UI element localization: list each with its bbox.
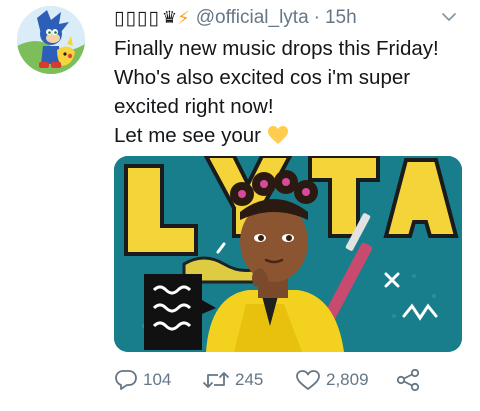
yellow-heart-icon [267,124,289,147]
reply-button[interactable]: 104 [114,369,202,391]
tweet-timestamp[interactable]: 15h [325,7,357,29]
share-icon [396,368,420,392]
tweet-header: ▯▯▯▯ ♛ ⚡ @official_lyta · 15h [114,6,357,30]
like-button[interactable]: 2,809 [295,369,395,391]
tweet-text-line: Let me see your [114,124,261,147]
tweet-actions: 104 245 2,809 [114,368,426,392]
display-name[interactable]: ▯▯▯▯ [114,7,160,30]
heart-icon [296,370,320,390]
like-count: 2,809 [326,370,369,389]
tweet[interactable]: ▯▯▯▯ ♛ ⚡ @official_lyta · 15h Finally ne… [0,0,480,411]
retweet-button[interactable]: 245 [202,369,295,391]
reply-count: 104 [143,370,172,389]
avatar-image [17,6,85,74]
tweet-text-line: excited right now! [114,95,274,118]
artwork-image [114,156,462,352]
chevron-down-icon[interactable] [440,10,458,24]
crown-icon: ♛ [161,8,178,27]
tweet-image[interactable] [114,156,462,352]
retweet-icon [203,372,229,388]
user-handle[interactable]: @official_lyta [196,7,309,29]
tweet-text-line: Who's also excited cos i'm super [114,66,411,89]
reply-icon [115,370,137,390]
tweet-text-line-with-emoji: Let me see your [114,121,474,150]
avatar[interactable] [17,6,85,74]
share-button[interactable] [395,368,426,392]
tweet-text-line: Finally new music drops this Friday! [114,37,439,60]
lightning-icon: ⚡ [177,7,190,28]
tweet-text: Finally new music drops this Friday! Who… [114,34,474,150]
retweet-count: 245 [235,370,264,389]
separator-dot: · [313,7,320,28]
